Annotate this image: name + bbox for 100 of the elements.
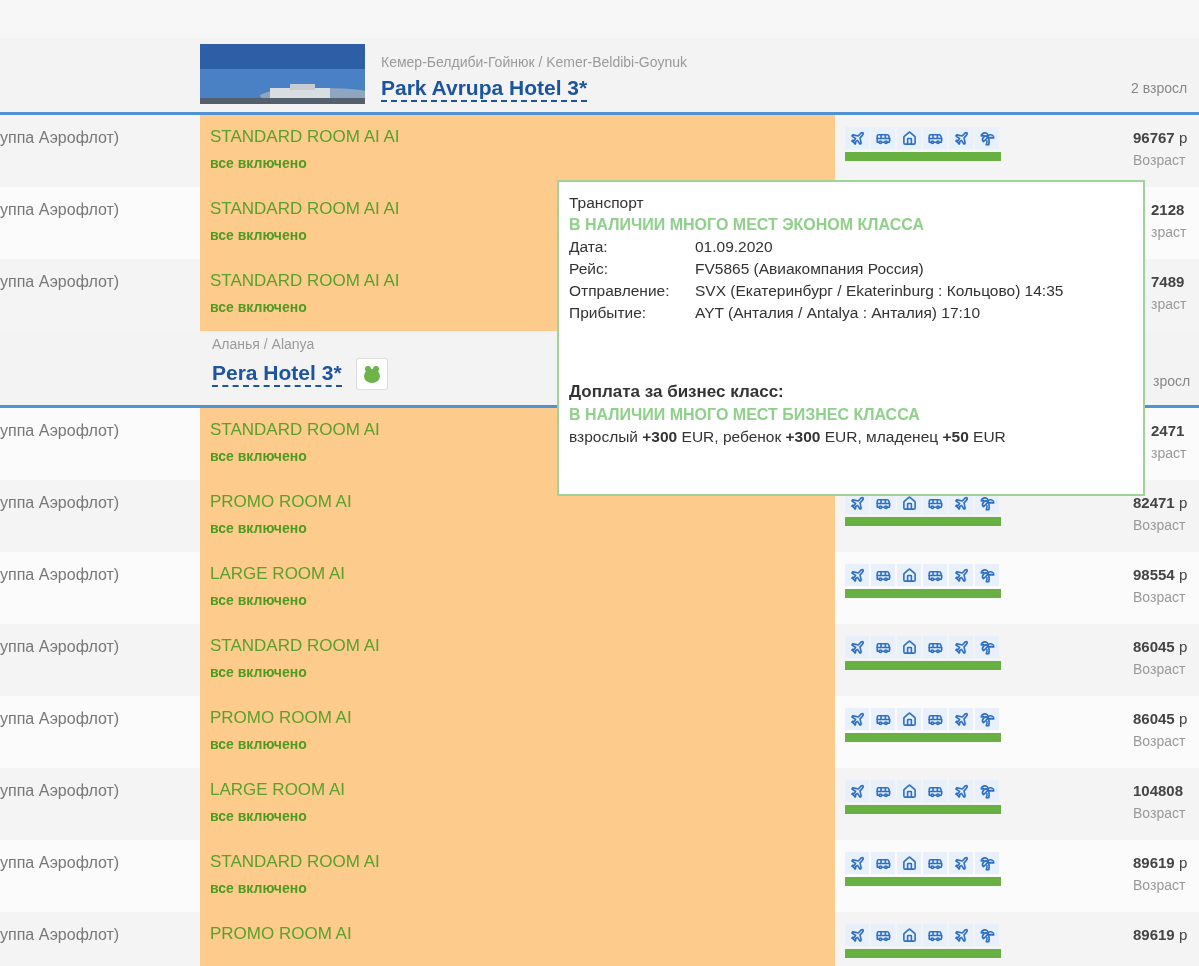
- bus-icon: [871, 708, 895, 730]
- house-icon: [897, 924, 921, 946]
- meal-plan: все включено: [210, 664, 307, 680]
- bus-icon: [871, 564, 895, 586]
- bus-icon: [871, 924, 895, 946]
- house-icon: [897, 127, 921, 149]
- meal-plan: все включено: [210, 592, 307, 608]
- palm-icon: [975, 780, 999, 802]
- meal-plan: все включено: [210, 880, 307, 896]
- bus-icon: [871, 636, 895, 658]
- bus-icon: [923, 564, 947, 586]
- age-label: зраст: [1151, 296, 1187, 312]
- house-icon: [897, 636, 921, 658]
- palm-icon: [975, 852, 999, 874]
- operator-name: уппа Аэрофлот): [0, 272, 121, 292]
- room-name: LARGE ROOM AI: [210, 564, 346, 584]
- room-name: LARGE ROOM AI: [210, 780, 346, 800]
- house-icon: [897, 780, 921, 802]
- hotel-location: Кемер-Белдиби-Гойнюк / Kemer-Beldibi-Goynuk: [381, 54, 688, 70]
- plane-icon: [949, 564, 973, 586]
- operator-name: уппа Аэрофлот): [0, 853, 121, 873]
- price: 104808: [1133, 782, 1184, 799]
- age-label: Возраст: [1133, 733, 1186, 749]
- business-title: Доплата за бизнес класс:: [569, 382, 785, 402]
- age-label: зраст: [1151, 445, 1187, 461]
- price: 2471: [1151, 422, 1185, 439]
- room-name: STANDARD ROOM AI: [210, 420, 380, 440]
- room-name: PROMO ROOM AI: [210, 492, 352, 512]
- age-label: Возраст: [1133, 517, 1186, 533]
- meal-plan: все включено: [210, 736, 307, 752]
- bus-icon: [923, 636, 947, 658]
- room-name: STANDARD ROOM AI AI: [210, 271, 400, 291]
- detail-value: SVX (Екатеринбург / Ekaterinburg : Кольцово) 14:35: [695, 282, 1065, 300]
- detail-label: Прибытие:: [569, 304, 648, 322]
- age-label: зраст: [1151, 224, 1187, 240]
- guests-count: зросл: [1152, 373, 1192, 389]
- plane-icon: [949, 924, 973, 946]
- plane-icon: [949, 708, 973, 730]
- meal-plan: все включено: [210, 299, 307, 315]
- palm-icon: [975, 564, 999, 586]
- price: 96767 р: [1133, 129, 1188, 146]
- operator-name: уппа Аэрофлот): [0, 128, 121, 148]
- price: 86045 р: [1133, 638, 1188, 655]
- room-name: PROMO ROOM AI: [210, 924, 352, 944]
- price: 86045 р: [1133, 710, 1188, 727]
- house-icon: [897, 708, 921, 730]
- room-name: STANDARD ROOM AI AI: [210, 127, 400, 147]
- hotel-name-link[interactable]: Pera Hotel 3*: [212, 361, 342, 387]
- room-name: STANDARD ROOM AI AI: [210, 199, 400, 219]
- bus-icon: [923, 708, 947, 730]
- operator-name: уппа Аэрофлот): [0, 565, 121, 585]
- bus-icon: [923, 780, 947, 802]
- price: 98554 р: [1133, 566, 1188, 583]
- price: 2128: [1151, 201, 1185, 218]
- operator-name: уппа Аэрофлот): [0, 781, 121, 801]
- bus-icon: [871, 852, 895, 874]
- hotel-location: Аланья / Alanya: [212, 336, 316, 352]
- plane-icon: [845, 708, 869, 730]
- detail-value: AYT (Анталия / Antalya : Анталия) 17:10: [695, 304, 982, 322]
- room-name: PROMO ROOM AI: [210, 708, 352, 728]
- tooltip-title: Транспорт: [569, 194, 645, 212]
- plane-icon: [845, 924, 869, 946]
- detail-label: Отправление:: [569, 282, 671, 300]
- age-label: Возраст: [1133, 877, 1186, 893]
- price: 82471 р: [1133, 494, 1188, 511]
- meal-plan: все включено: [210, 227, 307, 243]
- economy-status: В НАЛИЧИИ МНОГО МЕСТ ЭКОНОМ КЛАССА: [569, 216, 925, 234]
- room-name: STANDARD ROOM AI: [210, 636, 380, 656]
- bus-icon: [871, 127, 895, 149]
- age-label: Возраст: [1133, 805, 1186, 821]
- hotel-name-link[interactable]: Park Avrupa Hotel 3*: [381, 76, 588, 102]
- age-label: Возраст: [1133, 152, 1186, 168]
- age-label: Возраст: [1133, 661, 1186, 677]
- plane-icon: [845, 780, 869, 802]
- plane-icon: [845, 636, 869, 658]
- guests-count: 2 взросл: [1130, 80, 1189, 96]
- detail-label: Рейс:: [569, 260, 609, 278]
- price: 89619 р: [1133, 926, 1188, 943]
- detail-value: FV5865 (Авиакомпания Россия): [695, 260, 925, 278]
- bus-icon: [871, 780, 895, 802]
- plane-icon: [949, 636, 973, 658]
- operator-name: уппа Аэрофлот): [0, 493, 121, 513]
- room-name: STANDARD ROOM AI: [210, 852, 380, 872]
- detail-label: Дата:: [569, 238, 609, 256]
- plane-icon: [845, 564, 869, 586]
- price: 7489: [1151, 273, 1185, 290]
- palm-icon: [975, 127, 999, 149]
- plane-icon: [845, 127, 869, 149]
- palm-icon: [975, 924, 999, 946]
- palm-icon: [975, 636, 999, 658]
- bus-icon: [923, 127, 947, 149]
- operator-name: уппа Аэрофлот): [0, 709, 121, 729]
- age-label: Возраст: [1133, 589, 1186, 605]
- plane-icon: [845, 852, 869, 874]
- bus-icon: [923, 924, 947, 946]
- operator-name: уппа Аэрофлот): [0, 925, 121, 945]
- bus-icon: [923, 852, 947, 874]
- operator-name: уппа Аэрофлот): [0, 637, 121, 657]
- emblem-icon: [355, 358, 388, 390]
- house-icon: [897, 564, 921, 586]
